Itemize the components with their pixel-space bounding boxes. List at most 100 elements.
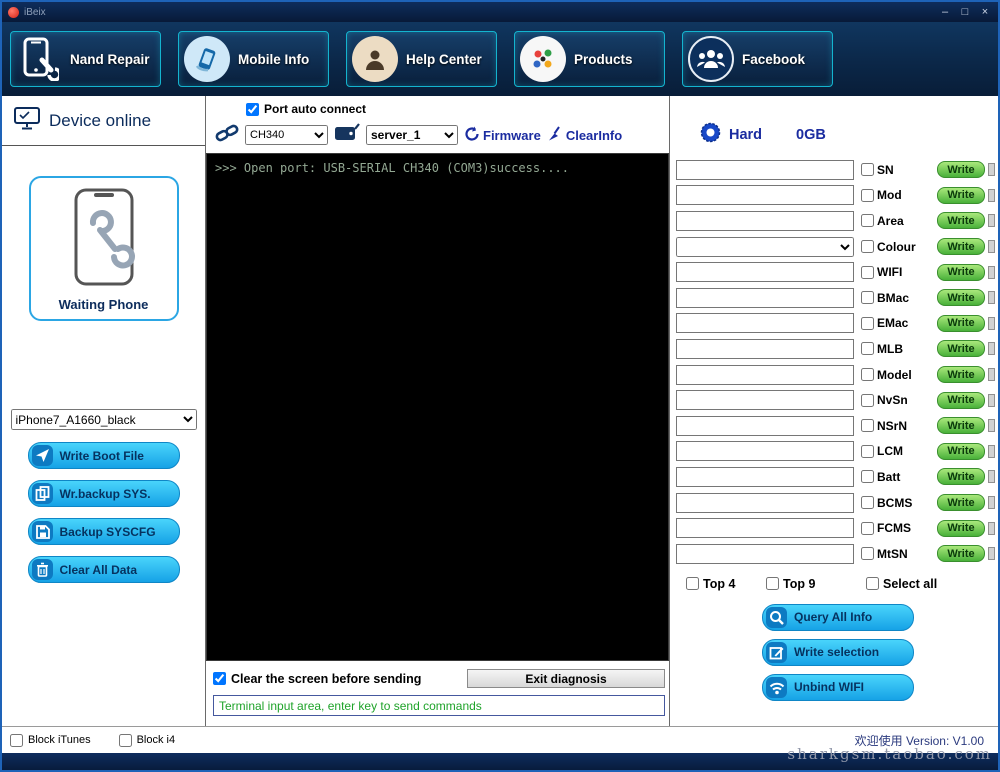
- row-checkbox[interactable]: BMac: [861, 291, 937, 305]
- write-button[interactable]: Write: [937, 161, 985, 178]
- minimize-button[interactable]: –: [936, 6, 954, 18]
- write-grip: [988, 342, 995, 355]
- device-model-select[interactable]: iPhone7_A1660_black: [11, 409, 197, 430]
- info-row: WIFI Write: [676, 259, 1000, 285]
- trash-icon: [32, 559, 53, 580]
- write-button[interactable]: Write: [937, 443, 985, 460]
- write-button[interactable]: Write: [937, 238, 985, 255]
- write-button[interactable]: Write: [937, 417, 985, 434]
- info-field[interactable]: [676, 160, 854, 180]
- write-grip: [988, 522, 995, 535]
- row-checkbox[interactable]: MLB: [861, 342, 937, 356]
- row-checkbox[interactable]: Area: [861, 214, 937, 228]
- clear-screen-checkbox[interactable]: Clear the screen before sending: [213, 672, 421, 686]
- write-grip: [988, 394, 995, 407]
- toolbar-nand-repair[interactable]: Nand Repair: [10, 31, 161, 87]
- write-grip: [988, 419, 995, 432]
- row-checkbox[interactable]: LCM: [861, 444, 937, 458]
- row-checkbox[interactable]: NvSn: [861, 393, 937, 407]
- port-auto-connect-checkbox[interactable]: Port auto connect: [246, 102, 366, 116]
- write-button[interactable]: Write: [937, 468, 985, 485]
- toolbar-label: Help Center: [406, 52, 482, 67]
- info-panel: Hard 0GB SN Write Mod Write Area: [670, 96, 1000, 726]
- info-field[interactable]: [676, 493, 854, 513]
- info-row: NSrN Write: [676, 413, 1000, 439]
- info-field-select[interactable]: [676, 237, 854, 257]
- monitor-icon: [14, 107, 40, 135]
- broom-icon: [547, 126, 563, 145]
- row-checkbox[interactable]: Colour: [861, 240, 937, 254]
- info-field[interactable]: [676, 211, 854, 231]
- row-checkbox[interactable]: MtSN: [861, 547, 937, 561]
- maximize-button[interactable]: □: [956, 6, 974, 18]
- row-checkbox[interactable]: WIFI: [861, 265, 937, 279]
- toolbar-help-center[interactable]: Help Center: [346, 31, 497, 87]
- clearinfo-link[interactable]: ClearInfo: [547, 126, 622, 145]
- info-field[interactable]: [676, 518, 854, 538]
- row-checkbox[interactable]: NSrN: [861, 419, 937, 433]
- action-buttons: Query All Info Write selection: [762, 604, 914, 701]
- write-button[interactable]: Write: [937, 264, 985, 281]
- write-button[interactable]: Write: [937, 520, 985, 537]
- info-row: NvSn Write: [676, 387, 1000, 413]
- watermark: sharkgsm.taobao.com: [787, 745, 992, 763]
- write-button[interactable]: Write: [937, 289, 985, 306]
- backup-syscfg-button[interactable]: Backup SYSCFG: [28, 518, 180, 545]
- info-field[interactable]: [676, 390, 854, 410]
- row-checkbox[interactable]: Model: [861, 368, 937, 382]
- row-checkbox[interactable]: BCMS: [861, 496, 937, 510]
- support-person-icon: [352, 36, 398, 82]
- write-button[interactable]: Write: [937, 212, 985, 229]
- info-field[interactable]: [676, 288, 854, 308]
- info-row: Batt Write: [676, 464, 1000, 490]
- info-field[interactable]: [676, 416, 854, 436]
- server-select[interactable]: server_1: [366, 125, 458, 145]
- info-field[interactable]: [676, 441, 854, 461]
- block-itunes-checkbox[interactable]: Block iTunes: [10, 734, 91, 747]
- close-button[interactable]: ×: [976, 6, 994, 18]
- write-button[interactable]: Write: [937, 545, 985, 562]
- block-i4-checkbox[interactable]: Block i4: [119, 734, 176, 747]
- write-button[interactable]: Write: [937, 340, 985, 357]
- firmware-link[interactable]: Firmware: [464, 126, 541, 145]
- people-group-icon: [688, 36, 734, 82]
- toolbar-label: Mobile Info: [238, 52, 309, 67]
- write-button[interactable]: Write: [937, 315, 985, 332]
- select-all-checkbox[interactable]: Select all: [866, 577, 937, 591]
- clear-all-data-button[interactable]: Clear All Data: [28, 556, 180, 583]
- info-row: LCM Write: [676, 439, 1000, 465]
- terminal-input[interactable]: Terminal input area, enter key to send c…: [213, 695, 665, 716]
- info-field[interactable]: [676, 544, 854, 564]
- write-selection-button[interactable]: Write selection: [762, 639, 914, 666]
- write-button[interactable]: Write: [937, 392, 985, 409]
- toolbar-products[interactable]: Products: [514, 31, 665, 87]
- unbind-wifi-button[interactable]: Unbind WIFI: [762, 674, 914, 701]
- write-boot-file-button[interactable]: Write Boot File: [28, 442, 180, 469]
- info-field[interactable]: [676, 185, 854, 205]
- top4-checkbox[interactable]: Top 4: [686, 577, 766, 591]
- terminal-controls: Clear the screen before sending Exit dia…: [206, 661, 669, 688]
- write-button[interactable]: Write: [937, 366, 985, 383]
- toolbar-facebook[interactable]: Facebook: [682, 31, 833, 87]
- info-field[interactable]: [676, 339, 854, 359]
- info-field[interactable]: [676, 262, 854, 282]
- top9-checkbox[interactable]: Top 9: [766, 577, 866, 591]
- toolbar-mobile-info[interactable]: Mobile Info: [178, 31, 329, 87]
- products-icon: [520, 36, 566, 82]
- console-panel: Port auto connect CH340: [206, 96, 670, 726]
- info-field[interactable]: [676, 365, 854, 385]
- row-checkbox[interactable]: Mod: [861, 188, 937, 202]
- terminal-output[interactable]: >>> Open port: USB-SERIAL CH340 (COM3)su…: [206, 153, 669, 661]
- row-checkbox[interactable]: FCMS: [861, 521, 937, 535]
- info-field[interactable]: [676, 467, 854, 487]
- info-field[interactable]: [676, 313, 854, 333]
- query-all-info-button[interactable]: Query All Info: [762, 604, 914, 631]
- write-button[interactable]: Write: [937, 187, 985, 204]
- wr-backup-sys-button[interactable]: Wr.backup SYS.: [28, 480, 180, 507]
- row-checkbox[interactable]: Batt: [861, 470, 937, 484]
- row-checkbox[interactable]: EMac: [861, 316, 937, 330]
- row-checkbox[interactable]: SN: [861, 163, 937, 177]
- port-select[interactable]: CH340: [245, 125, 328, 145]
- exit-diagnosis-button[interactable]: Exit diagnosis: [467, 669, 665, 688]
- write-button[interactable]: Write: [937, 494, 985, 511]
